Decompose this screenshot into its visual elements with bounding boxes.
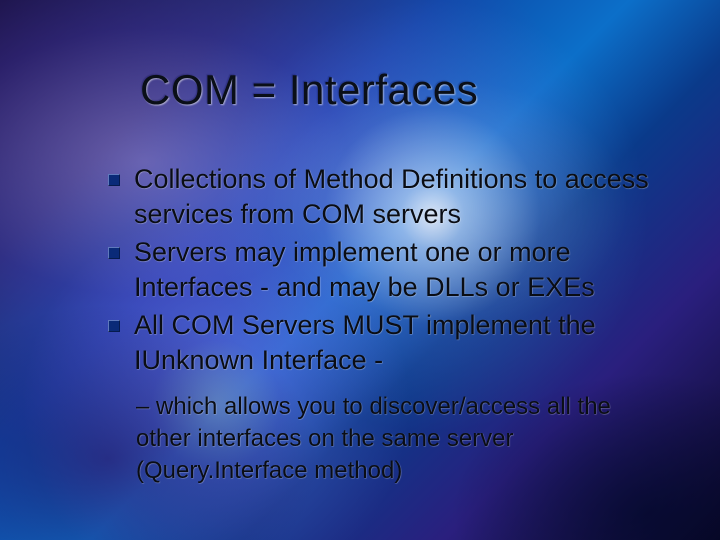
bullet-text: Collections of Method Definitions to acc… xyxy=(134,162,660,231)
list-item: Servers may implement one or more Interf… xyxy=(108,235,660,304)
slide-body: Collections of Method Definitions to acc… xyxy=(108,162,660,486)
slide: COM = Interfaces Collections of Method D… xyxy=(0,0,720,540)
bullet-square-icon xyxy=(108,247,120,259)
sub-bullet-text: – which allows you to discover/access al… xyxy=(136,393,611,483)
list-item: All COM Servers MUST implement the IUnkn… xyxy=(108,308,660,377)
list-item: Collections of Method Definitions to acc… xyxy=(108,162,660,231)
slide-title: COM = Interfaces xyxy=(140,66,478,114)
bullet-square-icon xyxy=(108,174,120,186)
bullet-text: All COM Servers MUST implement the IUnkn… xyxy=(134,308,660,377)
sub-list-item: – which allows you to discover/access al… xyxy=(136,391,660,486)
bullet-square-icon xyxy=(108,320,120,332)
bullet-text: Servers may implement one or more Interf… xyxy=(134,235,660,304)
